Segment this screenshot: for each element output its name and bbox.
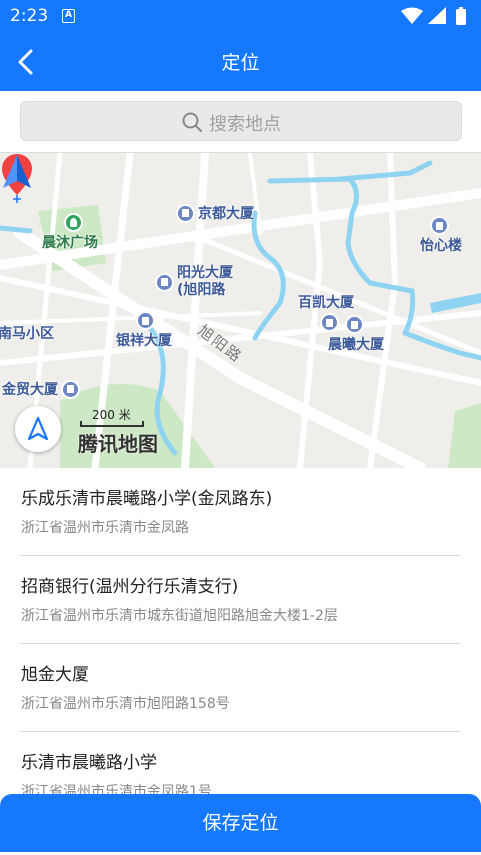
map-base	[0, 153, 481, 468]
building-icon	[61, 379, 80, 399]
poi-jingdu[interactable]: 京都大厦	[176, 203, 254, 223]
poi-jinmao[interactable]: 金贸大厦	[2, 379, 83, 399]
poi-label-group: 阳光大厦 (旭阳路	[177, 265, 233, 299]
result-name: 招商银行(温州分行乐清支行)	[21, 577, 239, 597]
result-address: 浙江省温州市乐清市金凤路	[21, 520, 189, 536]
navigation-arrow-icon	[27, 416, 49, 441]
poi-chenmu[interactable]: 晨沐广场	[42, 213, 98, 252]
results-list: 乐成乐清市晨曦路小学(金凤路东) 浙江省温州市乐清市金凤路 招商银行(温州分行乐…	[0, 468, 481, 794]
page-title: 定位	[221, 52, 260, 74]
poi-label: (旭阳路	[177, 282, 226, 298]
signal-icon	[428, 7, 446, 24]
list-item[interactable]: 乐清市晨曦路小学 浙江省温州市乐清市金凤路1号	[20, 732, 461, 794]
poi-yangguang[interactable]: 阳光大厦 (旭阳路	[155, 265, 233, 299]
result-name: 旭金大厦	[21, 665, 89, 685]
save-location-button[interactable]: 保存定位	[0, 794, 481, 852]
poi-yinxiang[interactable]: 银祥大厦	[116, 311, 172, 350]
status-time: 2:23	[10, 6, 49, 26]
wifi-icon	[401, 7, 423, 24]
poi-label: 百凯大厦	[298, 295, 354, 311]
map-logo: 腾讯地图	[78, 432, 158, 456]
poi-nanma[interactable]: 南马小区	[0, 323, 54, 343]
poi-label: 京都大厦	[198, 206, 254, 222]
result-name: 乐清市晨曦路小学	[21, 753, 157, 773]
building-icon	[155, 272, 174, 292]
building-icon	[176, 203, 195, 223]
my-location-button[interactable]	[15, 406, 61, 452]
building-icon	[430, 216, 449, 235]
poi-label: 银祥大厦	[116, 333, 172, 349]
result-name: 乐成乐清市晨曦路小学(金凤路东)	[21, 489, 273, 509]
poi-label: 金贸大厦	[2, 382, 58, 398]
result-address: 浙江省温州市乐清市旭阳路158号	[21, 696, 230, 712]
search-placeholder: 搜索地点	[209, 114, 281, 135]
battery-icon	[456, 9, 466, 25]
poi-label: 晨曦大厦	[328, 337, 384, 353]
poi-baikai[interactable]: 百凯大厦	[298, 292, 354, 312]
scale-bar	[80, 421, 144, 427]
poi-label: 怡心楼	[420, 238, 462, 254]
app-bar: 定位	[0, 32, 481, 91]
map-view[interactable]: 京都大厦 晨沐广场 阳光大厦 (旭阳路 百凯大厦 怡心楼 南马小区 银祥大厦 晨…	[0, 153, 481, 468]
poi-label: 阳光大厦	[177, 265, 233, 281]
building-icon	[345, 315, 364, 334]
list-item[interactable]: 旭金大厦 浙江省温州市乐清市旭阳路158号	[20, 644, 461, 732]
park-icon	[64, 213, 83, 232]
result-address: 浙江省温州市乐清市城东街道旭阳路旭金大楼1-2层	[21, 608, 338, 624]
map-scale: 200 米	[80, 406, 146, 427]
status-bar: 2:23 A	[0, 0, 481, 32]
compass-icon[interactable]	[0, 153, 34, 191]
notification-icon: A	[62, 9, 75, 23]
poi-label: 南马小区	[0, 326, 54, 342]
search-input[interactable]: 搜索地点	[20, 101, 462, 141]
poi-label: 晨沐广场	[42, 235, 98, 251]
result-address: 浙江省温州市乐清市金凤路1号	[21, 784, 212, 794]
poi-chenxi[interactable]: 晨曦大厦	[328, 315, 384, 354]
list-item[interactable]: 招商银行(温州分行乐清支行) 浙江省温州市乐清市城东街道旭阳路旭金大楼1-2层	[20, 556, 461, 644]
search-icon	[182, 112, 202, 132]
poi-yixin[interactable]: 怡心楼	[420, 216, 462, 255]
search-section: 搜索地点	[0, 91, 481, 153]
list-item[interactable]: 乐成乐清市晨曦路小学(金凤路东) 浙江省温州市乐清市金凤路	[20, 468, 461, 556]
status-icons	[401, 7, 466, 25]
building-icon	[136, 311, 155, 330]
